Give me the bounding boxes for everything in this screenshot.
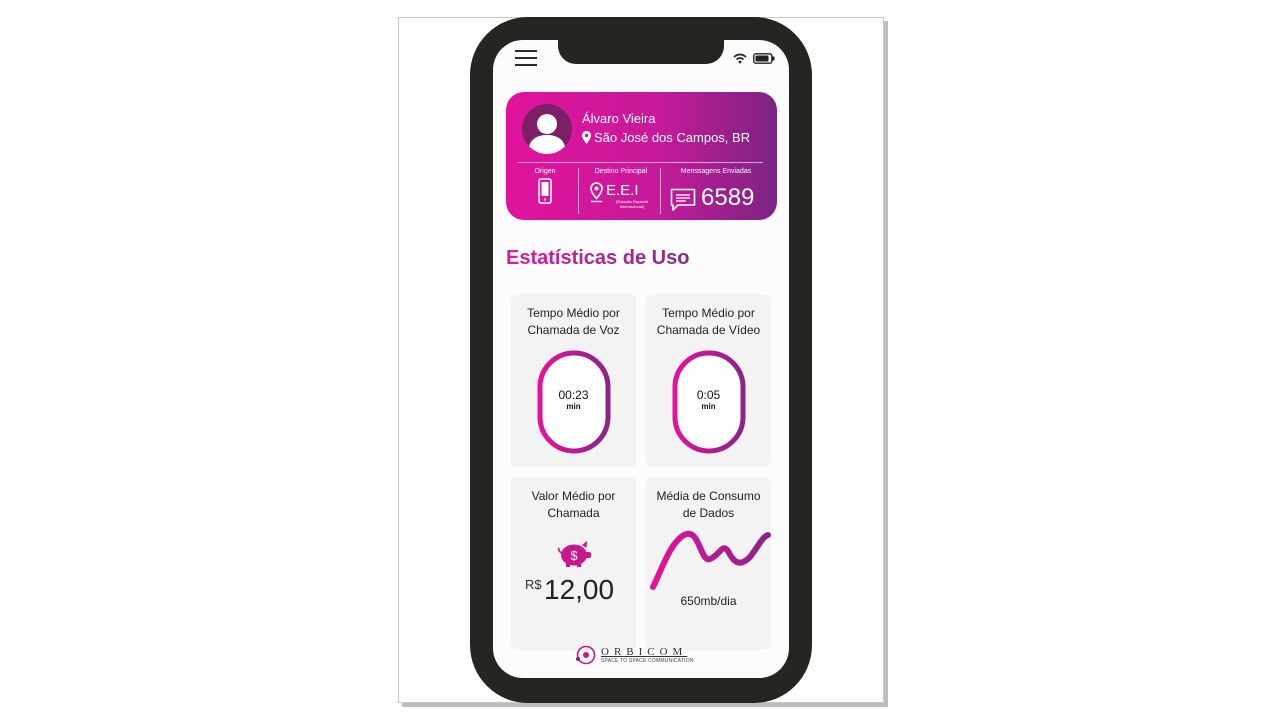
avatar[interactable] <box>522 104 572 154</box>
card-title: Tempo Médio por Chamada de Vídeo <box>646 305 771 339</box>
origin-label: Origen <box>534 168 556 175</box>
brand-tagline: SPACE TO SPACE COMMUNICATION <box>601 658 694 664</box>
message-bubble-icon <box>670 188 696 211</box>
piggy-bank-icon: $ <box>557 541 591 567</box>
video-time-value: 0:05 <box>696 388 721 402</box>
divider <box>578 168 579 214</box>
voice-time-unit: min <box>566 402 581 411</box>
currency-symbol: R$ <box>525 577 542 592</box>
origin-column: Origen <box>518 168 572 209</box>
location-pin-icon <box>582 131 591 144</box>
user-icon <box>528 114 566 154</box>
user-name: Álvaro Vieira <box>582 111 656 126</box>
divider <box>518 162 763 163</box>
messages-label: Menssagens Enviadas <box>680 168 752 175</box>
card-title-line: Média de Consumo <box>656 489 761 503</box>
wifi-icon <box>733 53 747 64</box>
svg-text:$: $ <box>570 548 578 563</box>
stage: Álvaro Vieira São José dos Campos, BR Or… <box>0 0 1280 719</box>
destination-column: Destino Principal <box>582 168 660 175</box>
voice-call-card[interactable]: Tempo Médio por Chamada de Voz 00:23 min <box>511 294 636 467</box>
card-title-line: Tempo Médio por <box>527 306 620 320</box>
voice-time-value: 00:23 <box>558 388 589 402</box>
status-bar <box>733 53 775 64</box>
phone-notch <box>558 40 724 64</box>
data-usage-value: 650mb/dia <box>680 594 737 608</box>
average-cost-card[interactable]: Valor Médio por Chamada $ R$ 12,00 <box>511 477 636 650</box>
messages-count: 6589 <box>701 184 755 211</box>
card-title-line: Chamada de Voz <box>527 323 620 337</box>
battery-icon <box>753 53 775 64</box>
phone-screen: Álvaro Vieira São José dos Campos, BR Or… <box>493 40 789 678</box>
profile-card: Álvaro Vieira São José dos Campos, BR Or… <box>506 92 777 220</box>
destination-label: Destino Principal <box>594 168 648 175</box>
phone-icon <box>538 178 552 204</box>
card-title: Tempo Médio por Chamada de Voz <box>511 305 636 339</box>
card-title: Valor Médio por Chamada <box>511 488 636 522</box>
destination-subtitle: (Estação Espacial Internacional) <box>615 199 648 209</box>
location-pin-icon <box>590 182 603 203</box>
card-title-line: Valor Médio por <box>531 489 616 503</box>
card-title-line: Chamada de Vídeo <box>656 323 761 337</box>
brand-logo: ORBICOM SPACE TO SPACE COMMUNICATION <box>575 644 694 666</box>
destination-value: E.E.I <box>606 182 639 199</box>
brand-name: ORBICOM <box>601 646 688 658</box>
video-time-unit: min <box>701 402 716 411</box>
divider <box>660 168 661 214</box>
data-usage-card[interactable]: Média de Consumo de Dados 650mb/dia <box>646 477 771 650</box>
messages-column: Menssagens Enviadas <box>664 168 768 175</box>
card-title-line: Tempo Médio por <box>662 306 755 320</box>
card-title-line: Chamada <box>547 506 600 520</box>
hamburger-menu-icon[interactable] <box>515 50 537 66</box>
orbit-logo-icon <box>576 645 596 665</box>
section-title: Estatísticas de Uso <box>506 247 690 269</box>
card-title: Média de Consumo de Dados <box>646 488 771 522</box>
user-location: São José dos Campos, BR <box>582 130 750 145</box>
video-call-card[interactable]: Tempo Médio por Chamada de Vídeo 0:05 mi… <box>646 294 771 467</box>
card-title-line: de Dados <box>682 506 735 520</box>
phone-frame: Álvaro Vieira São José dos Campos, BR Or… <box>470 17 812 703</box>
location-text: São José dos Campos, BR <box>594 130 751 145</box>
wave-chart-icon <box>650 530 771 590</box>
average-cost-value: 12,00 <box>544 574 615 605</box>
